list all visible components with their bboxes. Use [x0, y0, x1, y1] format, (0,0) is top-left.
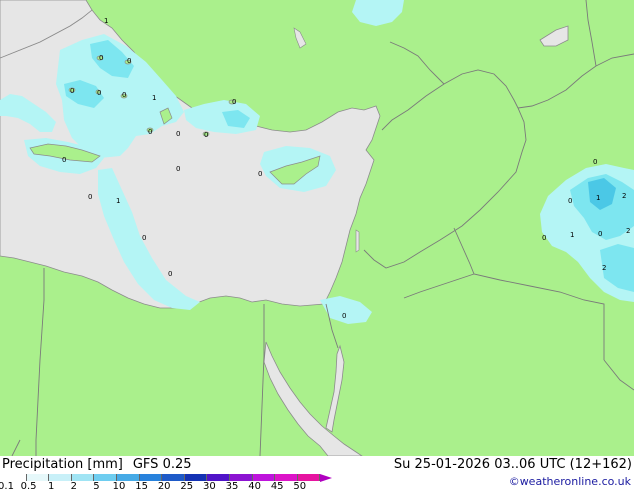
scale-swatch	[229, 474, 253, 481]
scale-swatch	[184, 474, 208, 481]
valid-datetime: Su 25-01-2026 03..06 UTC (12+162)	[393, 457, 632, 472]
precipitation-map: 1 0 0 0 0 0 1 0 0 0 0 0 0 0 0 1 0 0 0 0 …	[0, 0, 634, 456]
scale-swatch	[275, 474, 298, 481]
map-footer: Precipitation [mm] GFS 0.25 Su 25-01-2026…	[0, 456, 634, 492]
map-label: 0	[232, 98, 236, 106]
map-label: 2	[626, 227, 630, 235]
scale-tick-label: 35	[225, 481, 239, 492]
map-label: 0	[142, 234, 146, 242]
scale-tick-label: 0.1	[0, 481, 14, 492]
scale-tick-label: 45	[270, 481, 284, 492]
color-scale-bar	[4, 473, 333, 482]
map-label: 0	[176, 165, 180, 173]
map-label: 0	[127, 57, 131, 65]
variable-title: Precipitation [mm]	[2, 457, 123, 472]
map-label: 2	[602, 264, 606, 272]
map-canvas: 1 0 0 0 0 0 1 0 0 0 0 0 0 0 0 1 0 0 0 0 …	[0, 0, 634, 456]
scale-tick-label: 30	[203, 481, 216, 492]
map-label: 0	[542, 234, 546, 242]
map-label: 1	[104, 17, 108, 25]
scale-tick-label: 40	[248, 481, 261, 492]
map-label: 0	[342, 312, 346, 320]
scale-tick-label: 25	[180, 481, 194, 492]
map-label: 0	[148, 128, 152, 136]
scale-swatch	[71, 474, 95, 481]
scale-swatch	[49, 474, 72, 481]
map-title: Precipitation [mm] GFS 0.25	[2, 457, 192, 472]
scale-tick-label: 2	[70, 481, 77, 492]
model-name: GFS 0.25	[132, 457, 192, 472]
credit-link[interactable]: ©weatheronline.co.uk	[509, 475, 631, 488]
scale-swatch	[26, 474, 50, 481]
scale-swatch	[162, 474, 185, 481]
map-label: 0	[97, 89, 101, 97]
map-label: 0	[99, 54, 103, 62]
scale-tick-label: 5	[93, 481, 100, 492]
map-label: 0	[598, 230, 602, 238]
map-label: 0	[593, 158, 597, 166]
map-label: 0	[62, 156, 66, 164]
scale-swatch	[94, 474, 117, 481]
map-label: 1	[570, 231, 574, 239]
map-label: 0	[176, 130, 180, 138]
dead-sea	[355, 229, 360, 253]
map-label: 0	[122, 91, 126, 99]
map-label: 0	[204, 131, 208, 139]
map-label: 1	[152, 94, 156, 102]
scale-swatch	[139, 474, 163, 481]
map-label: 0	[258, 170, 262, 178]
scale-swatch	[116, 474, 140, 481]
map-label: 0	[568, 197, 572, 205]
map-label: 1	[596, 194, 600, 202]
scale-swatch	[252, 474, 276, 481]
scale-swatch	[207, 474, 230, 481]
scale-tick-label: 20	[157, 481, 171, 492]
scale-tick-label: 1	[48, 481, 55, 492]
map-label: 0	[70, 87, 74, 95]
map-label: 0	[168, 270, 172, 278]
scale-tick-label: 50	[293, 481, 307, 492]
scale-swatch	[297, 474, 321, 481]
map-label: 1	[116, 197, 120, 205]
scale-tick-label: 0.5	[20, 481, 37, 492]
scale-tick-label: 10	[112, 481, 126, 492]
scale-swatch	[4, 474, 27, 481]
map-label: 2	[622, 192, 626, 200]
map-label: 0	[88, 193, 92, 201]
scale-tick-label: 15	[135, 481, 148, 492]
